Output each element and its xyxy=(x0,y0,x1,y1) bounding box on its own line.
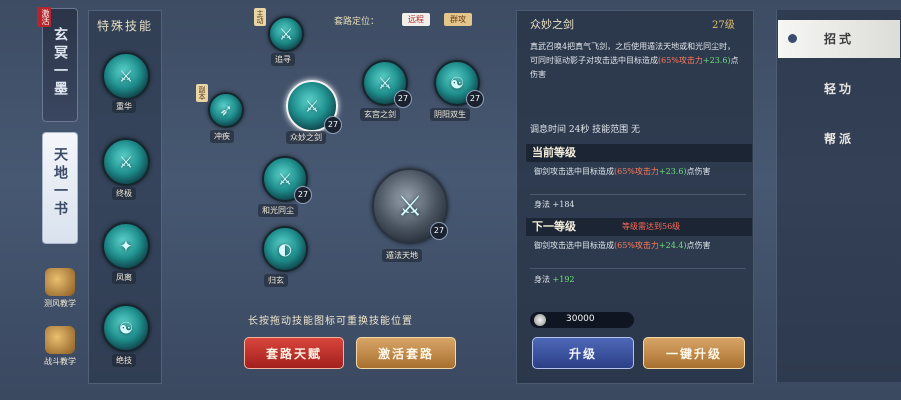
warrior-icon xyxy=(45,326,75,354)
skill-zhuixun[interactable]: ⚔ xyxy=(268,16,304,52)
twin-figure-icon: ☯ xyxy=(449,73,465,93)
tab-label: 帮派 xyxy=(823,132,854,146)
special-skill-jueji[interactable]: ☯ xyxy=(102,304,150,352)
sword-icon: ⚔ xyxy=(304,96,320,116)
special-skill-chonghua[interactable]: ⚔ xyxy=(102,52,150,100)
next-level-agility: 身法 +192 xyxy=(534,274,744,286)
skill-yinyang[interactable]: ☯ 27 xyxy=(434,60,484,108)
figure-icon: ☯ xyxy=(118,318,134,338)
level-requirement: 等级需达到56级 xyxy=(622,222,681,231)
skill-level-badge: 27 xyxy=(394,90,412,108)
side-tag: 副本 xyxy=(196,84,208,102)
skill-xuangong[interactable]: ⚔ 27 xyxy=(362,60,412,108)
current-level-effect: 御剑攻击选中目标造成(65%攻击力+23.6)点伤害 xyxy=(534,166,744,178)
sword-icon: ⚔ xyxy=(277,169,293,189)
skill-label: 玄宫之剑 xyxy=(360,108,400,121)
sword-icon: ⚔ xyxy=(377,73,393,93)
crossed-swords-icon: ⚔ xyxy=(397,189,423,223)
sword-icon: ⚔ xyxy=(278,24,294,44)
routine-talent-button[interactable]: 套路天赋 xyxy=(244,337,344,369)
effect-bonus: +24.4) xyxy=(658,241,687,250)
scroll-tab-label: 玄冥一墨 xyxy=(52,27,68,99)
routine-position-label: 套路定位： xyxy=(334,17,380,27)
one-click-upgrade-button[interactable]: 一键升级 xyxy=(643,337,745,369)
silver-coin-icon xyxy=(534,314,546,326)
special-skill-fengli[interactable]: ✦ xyxy=(102,222,150,270)
blade-icon: ⚔ xyxy=(118,152,134,172)
skill-level-badge: 27 xyxy=(466,90,484,108)
effect-bonus: +23.6) xyxy=(658,167,687,176)
tab-label: 招式 xyxy=(823,32,854,46)
tab-label: 轻功 xyxy=(823,82,854,96)
scroll-tab-tiandi[interactable]: 天地一书 xyxy=(42,132,78,244)
book-icon xyxy=(45,268,75,296)
skill-label: 终极 xyxy=(112,187,136,200)
teaching-label: 战斗教学 xyxy=(44,357,76,366)
skill-label: 绝技 xyxy=(112,354,136,367)
scroll-tab-xuanming[interactable]: 激活 玄冥一墨 xyxy=(37,7,78,122)
desc-bonus: +23.6) xyxy=(702,56,731,65)
skill-label: 凤离 xyxy=(112,271,136,284)
skill-label: 冲疾 xyxy=(210,130,234,143)
skill-label: 归玄 xyxy=(264,274,288,287)
current-level-agility: 身法 +184 xyxy=(534,200,575,209)
effect-text: 御剑攻击选中目标造成 xyxy=(534,241,614,250)
skill-level-badge: 27 xyxy=(430,222,448,240)
scroll-tab-label: 天地一书 xyxy=(52,147,68,219)
special-skills-header: 特殊技能 xyxy=(96,19,153,33)
activate-routine-button[interactable]: 激活套路 xyxy=(356,337,456,369)
skill-level-badge: 27 xyxy=(324,116,342,134)
agility-bonus: +192 xyxy=(552,275,575,284)
skill-label: 遁法天地 xyxy=(382,249,422,262)
dash-icon: ➶ xyxy=(219,100,233,120)
currency-amount: 30000 xyxy=(566,314,595,324)
tab-sect[interactable]: 帮派 xyxy=(778,120,900,158)
cooldown-range-text: 调息时间 24秒 技能范围 无 xyxy=(530,125,641,135)
next-level-title: 下一等级 xyxy=(532,220,576,233)
skill-zhongmiao-selected[interactable]: ⚔ 27 xyxy=(286,80,342,134)
current-level-header: 当前等级 xyxy=(526,144,752,162)
skill-chongji[interactable]: ➶ xyxy=(208,92,244,128)
routine-chip-ranged: 远程 xyxy=(402,13,430,26)
skill-detail-title: 众妙之剑 xyxy=(530,18,574,31)
selected-dot-icon xyxy=(788,34,797,43)
effect-highlight: (65%攻击力 xyxy=(614,167,659,176)
divider xyxy=(530,268,746,269)
skill-label: 众妙之剑 xyxy=(286,131,326,144)
next-level-effect: 御剑攻击选中目标造成(65%攻击力+24.4)点伤害 xyxy=(534,240,744,252)
arc-icon: ◐ xyxy=(278,239,292,259)
effect-text: 御剑攻击选中目标造成 xyxy=(534,167,614,176)
teaching-button-combat[interactable]: 战斗教学 xyxy=(40,326,80,367)
tab-moves[interactable]: 招式 xyxy=(778,20,900,58)
special-skill-zhongji[interactable]: ⚔ xyxy=(102,138,150,186)
effect-highlight: (65%攻击力 xyxy=(614,241,659,250)
teaching-button-wind[interactable]: 测风教学 xyxy=(40,268,80,309)
main-tag: 主动 xyxy=(254,8,266,26)
skill-heguang[interactable]: ⚔ 27 xyxy=(262,156,312,204)
skill-guixuan[interactable]: ◐ xyxy=(262,226,308,272)
skill-label: 追寻 xyxy=(271,53,295,66)
tab-qinggong[interactable]: 轻功 xyxy=(778,70,900,108)
skill-description: 真武召唤4把真气飞剑，之后使用遁法天地或和光同尘时，可同时驱动影子对攻击选中目标… xyxy=(530,40,742,82)
agility-label: 身法 xyxy=(534,275,550,284)
teaching-label: 测风教学 xyxy=(44,299,76,308)
upgrade-button[interactable]: 升级 xyxy=(532,337,634,369)
desc-highlight: (65%攻击力 xyxy=(658,56,703,65)
skill-label: 重华 xyxy=(112,100,136,113)
skill-level-badge: 27 xyxy=(294,186,312,204)
right-tab-panel xyxy=(776,10,901,382)
drag-hint-text: 长按拖动技能图标可重换技能位置 xyxy=(248,316,413,327)
skill-detail-level: 27级 xyxy=(712,20,735,31)
routine-chip-aoe: 群攻 xyxy=(444,13,472,26)
skill-dunfa-locked[interactable]: ⚔ 27 xyxy=(372,168,448,244)
skill-label: 阴阳双生 xyxy=(430,108,470,121)
divider xyxy=(530,194,746,195)
active-badge: 激活 xyxy=(37,7,51,27)
skill-label: 和光同尘 xyxy=(258,204,298,217)
sword-icon: ⚔ xyxy=(118,66,134,86)
effect-text: 点伤害 xyxy=(686,241,711,250)
effect-text: 点伤害 xyxy=(686,167,711,176)
wind-icon: ✦ xyxy=(119,236,133,256)
